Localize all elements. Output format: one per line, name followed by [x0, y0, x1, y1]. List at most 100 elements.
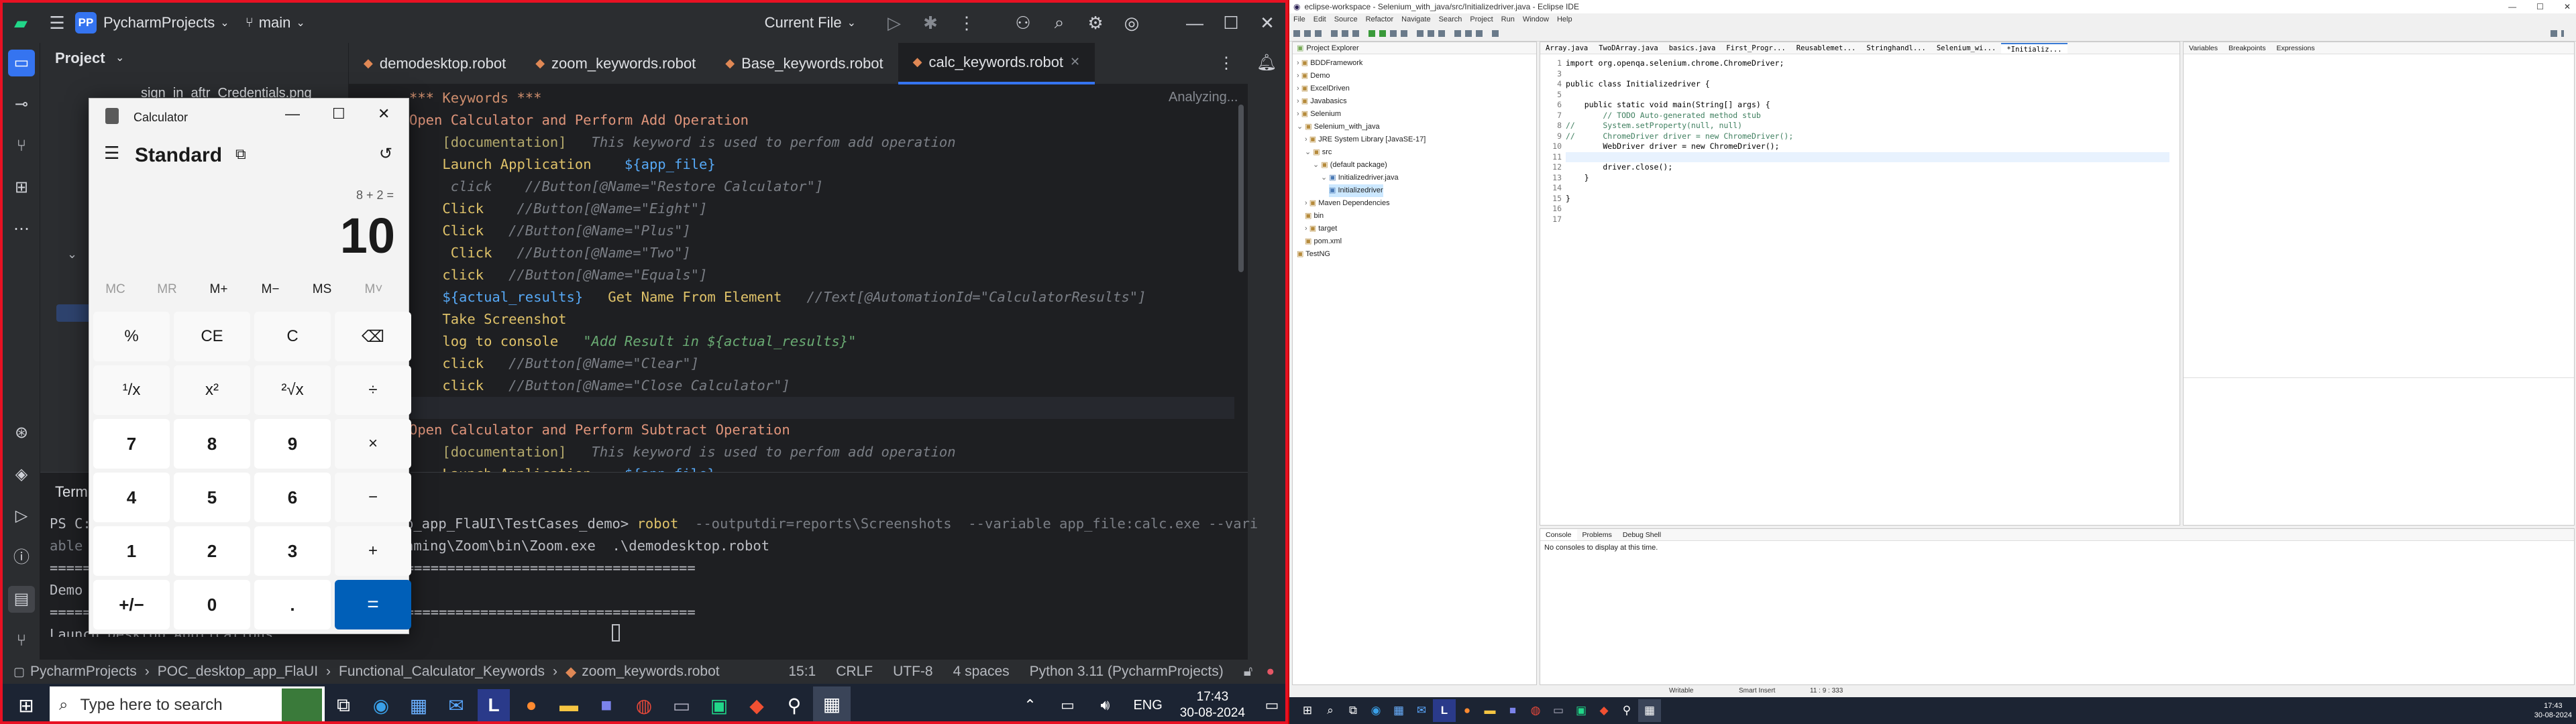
tree-item[interactable]: › ▣ Maven Dependencies — [1305, 197, 1390, 210]
expanded-chevron-icon[interactable]: ⌄ — [1297, 123, 1305, 131]
expanded-chevron-icon[interactable]: ⌄ — [1321, 174, 1329, 182]
clock[interactable]: 17:43 30-08-2024 — [1180, 689, 1245, 721]
clear-entry-button[interactable]: CE — [174, 312, 250, 361]
collapse-chevron-icon[interactable]: ⌄ — [67, 247, 77, 261]
task-view-icon[interactable]: ⧉ — [325, 686, 362, 721]
collapsed-chevron-icon[interactable]: › — [1297, 72, 1301, 80]
eclipse-editor-tab[interactable]: *Initializ... — [2001, 42, 2068, 54]
teams-icon[interactable]: ■ — [1501, 699, 1524, 722]
terminal-tool-icon[interactable]: ▤ — [8, 586, 35, 613]
toolbar-icons[interactable] — [1289, 25, 2568, 42]
network-icon[interactable]: ▭ — [1049, 686, 1086, 721]
backspace-button[interactable]: ⌫ — [335, 312, 411, 361]
close-tab-icon[interactable]: ✕ — [1070, 55, 1080, 69]
menu-run[interactable]: Run — [1501, 15, 1515, 23]
file-encoding[interactable]: UTF-8 — [893, 664, 933, 680]
run-tool-icon[interactable]: ▷ — [8, 503, 35, 530]
pull-requests-icon[interactable]: ⑂ — [8, 133, 35, 160]
tree-item[interactable]: ⌄ ▣ Initializedriver.java — [1321, 172, 1399, 184]
reciprocal-button[interactable]: ¹/x — [93, 365, 170, 415]
cursor-position[interactable]: 15:1 — [788, 664, 816, 680]
navigation-menu-icon[interactable]: ☰ — [104, 143, 119, 164]
breadcrumb-item[interactable]: POC_desktop_app_FlaUI — [158, 664, 318, 680]
magnifier-icon[interactable]: ⚲ — [1615, 699, 1638, 722]
expanded-chevron-icon[interactable]: ⌄ — [1305, 148, 1313, 156]
task-view-icon[interactable]: ⧉ — [1342, 699, 1364, 722]
eclipse-editor[interactable]: Array.java TwoDArray.java basics.java First… — [1540, 42, 2180, 526]
collapsed-chevron-icon[interactable]: › — [1297, 59, 1301, 67]
git-icon[interactable]: ◆ — [1593, 699, 1615, 722]
console-tab[interactable]: Problems — [1577, 530, 1617, 540]
multiply-button[interactable]: × — [335, 419, 411, 469]
collapsed-chevron-icon[interactable]: › — [1297, 84, 1301, 93]
firefox-icon[interactable]: ● — [1456, 699, 1479, 722]
eclipse-editor-tab[interactable]: First_Progr... — [1721, 43, 1791, 54]
search-icon[interactable]: ⌕ — [1041, 12, 1077, 34]
close-icon[interactable]: ✕ — [1249, 13, 1285, 34]
version-control-icon[interactable]: ⑂ — [8, 627, 35, 654]
indent-setting[interactable]: 4 spaces — [953, 664, 1010, 680]
tree-item[interactable]: ▣ TestNG — [1297, 248, 1330, 261]
memory-subtract-button[interactable]: M− — [247, 282, 294, 297]
keep-on-top-icon[interactable]: ⧉ — [235, 145, 246, 163]
chevron-down-icon[interactable]: ⌄ — [115, 51, 124, 64]
project-switcher[interactable]: PycharmProjects — [103, 14, 215, 32]
chrome-icon[interactable]: ◍ — [1524, 699, 1547, 722]
tree-item[interactable]: ⌄ ▣ (default package) — [1313, 159, 1387, 172]
search-icon[interactable]: ⌕ — [1319, 699, 1342, 722]
tree-item[interactable]: › ▣ target — [1305, 223, 1337, 235]
history-icon[interactable]: ↺ — [379, 144, 392, 164]
digit-9-button[interactable]: 9 — [254, 419, 331, 469]
clock[interactable]: 17:43 30-08-2024 — [2534, 701, 2572, 720]
digit-5-button[interactable]: 5 — [174, 473, 250, 522]
tree-item[interactable]: › ▣ Demo — [1297, 70, 1330, 82]
project-panel-title[interactable]: Project — [55, 50, 105, 67]
debug-icon[interactable]: ✱ — [912, 13, 949, 34]
eclipse-code-area[interactable]: 1 3 4 5 6 7 8 9 10 11 12 13 14 15 16 17 import org.openq… — [1540, 54, 2180, 524]
eclipse-editor-tab[interactable]: TwoDArray.java — [1593, 43, 1664, 54]
run-config-select[interactable]: Current File — [765, 14, 842, 32]
add-user-icon[interactable]: ⚇ — [1005, 13, 1041, 34]
git-icon[interactable]: ◆ — [738, 686, 775, 721]
menu-source[interactable]: Source — [1334, 15, 1358, 23]
tree-item[interactable]: ▣ bin — [1305, 210, 1324, 223]
tab-calc-keywords[interactable]: ◆ calc_keywords.robot ✕ — [898, 42, 1095, 84]
pycharm-icon[interactable]: ▣ — [700, 686, 738, 721]
tree-item[interactable]: ⌄ ▣ src — [1305, 146, 1332, 159]
calculator-taskbar-icon[interactable]: ▦ — [813, 686, 851, 721]
python-packages-icon[interactable]: ⊛ — [8, 420, 35, 446]
console-tab[interactable]: Debug Shell — [1617, 530, 1666, 540]
chrome-icon[interactable]: ◍ — [625, 686, 663, 721]
menu-refactor[interactable]: Refactor — [1366, 15, 1394, 23]
more-tools-icon[interactable]: ⋯ — [8, 216, 35, 243]
expanded-chevron-icon[interactable]: ⌄ — [1313, 161, 1321, 169]
app-l-icon[interactable]: L — [1433, 699, 1456, 722]
tree-item[interactable]: › ▣ ExcelDriven — [1297, 82, 1350, 95]
project-explorer-title[interactable]: Project Explorer — [1306, 44, 1358, 52]
project-tool-icon[interactable]: ▭ — [8, 50, 35, 76]
close-icon[interactable]: ✕ — [378, 105, 390, 123]
magnifier-icon[interactable]: ⚲ — [775, 686, 813, 721]
debug-view-tab[interactable]: Variables — [2184, 43, 2223, 54]
square-button[interactable]: x² — [174, 365, 250, 415]
edge-icon[interactable]: ◉ — [362, 686, 400, 721]
project-badge[interactable]: PP — [75, 12, 97, 34]
close-icon[interactable]: ✕ — [2564, 2, 2571, 11]
notifications-icon[interactable]: 🔔︎ — [1253, 50, 1280, 76]
main-menu-icon[interactable]: ☰ — [39, 13, 75, 34]
tree-item[interactable]: ⌄ ▣ Selenium_with_java — [1297, 121, 1380, 133]
editor-scrollbar[interactable] — [1238, 105, 1244, 272]
volume-icon[interactable]: 🔊︎ — [1086, 686, 1124, 721]
tab-options-icon[interactable]: ⋮ — [1218, 54, 1234, 73]
menu-project[interactable]: Project — [1470, 15, 1493, 23]
debug-view-tab[interactable]: Expressions — [2271, 43, 2320, 54]
digit-1-button[interactable]: 1 — [93, 526, 170, 576]
run-icon[interactable]: ▷ — [876, 13, 912, 34]
assistant-icon[interactable]: ◎ — [1114, 13, 1150, 34]
collapsed-chevron-icon[interactable]: › — [1305, 135, 1309, 143]
debug-view-tab[interactable]: Breakpoints — [2223, 43, 2271, 54]
square-root-button[interactable]: ²√x — [254, 365, 331, 415]
menu-navigate[interactable]: Navigate — [1401, 15, 1430, 23]
windows-start-icon[interactable]: ⊞ — [1296, 699, 1319, 722]
windows-start-icon[interactable]: ⊞ — [3, 686, 50, 721]
